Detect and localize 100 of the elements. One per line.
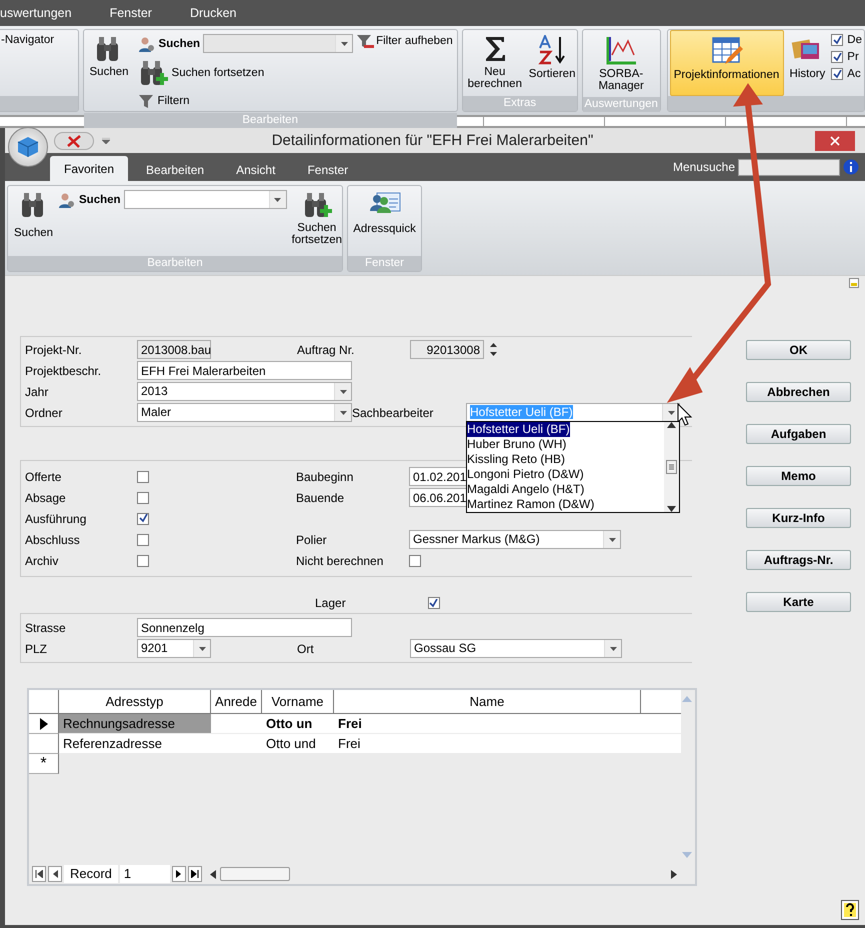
search-button[interactable]: Suchen [88,33,131,110]
new-row-marker[interactable]: * [29,754,59,774]
column-header[interactable]: Adresstyp [59,690,211,714]
column-header[interactable]: Anrede [211,690,262,714]
dialog-button[interactable]: Abbrechen [746,382,851,402]
dropdown-option[interactable]: Hofstetter Ueli (BF) [467,422,570,437]
checkbox[interactable] [428,597,440,609]
dropdown-arrow-icon[interactable] [102,138,110,144]
menu-item[interactable]: Drucken [190,6,237,20]
history-button[interactable]: History [788,30,828,96]
search-next-button[interactable]: Suchen fortsetzen [136,58,354,88]
checkmark-icon [138,514,148,523]
project-number-field[interactable]: 2013008.bau [137,340,211,359]
question-mark-icon [843,902,857,918]
last-icon [190,870,199,878]
column-header[interactable] [641,690,681,714]
checkbox[interactable] [831,51,844,63]
field-label: Jahr [25,384,50,398]
foreman-combo[interactable]: Gessner Markus (M&G) [409,530,621,549]
dialog-button[interactable]: Aufgaben [746,424,851,444]
postcode-combo[interactable]: 9201 [137,639,211,658]
search-next-button[interactable]: Suchen fortsetzen [290,189,344,253]
description-field[interactable]: EFH Frei Malerarbeiten [137,361,352,380]
option-label: De [847,34,862,46]
menu-search-field[interactable] [738,158,840,176]
dropdown-arrow-icon [340,42,348,46]
dropdown-arrow-icon [198,646,206,650]
recalculate-button[interactable]: Neu berechnen [466,33,523,93]
person-gear-icon [138,36,155,52]
ribbon-tab[interactable]: Ansicht [222,159,290,181]
scrollbar[interactable] [664,422,679,512]
filter-button[interactable]: Filtern [136,92,354,110]
city-combo[interactable]: Gossau SG [410,639,622,658]
scrollbar[interactable] [210,866,677,882]
dropdown-option[interactable]: Kissling Reto (HB) [467,452,664,467]
folder-combo[interactable]: Maler [137,403,352,422]
field-label: Lager [315,596,346,610]
checkbox[interactable] [137,470,149,482]
checkbox[interactable] [137,492,149,504]
option-label: Ac [847,68,861,80]
table-cell: Referenzadresse [59,734,211,753]
dialog-button[interactable]: Memo [746,466,851,486]
resize-icon[interactable] [849,278,859,288]
column-header[interactable]: Vorname [262,690,334,714]
table-cell: Otto und [262,734,334,753]
ribbon-tab[interactable]: Favoriten [50,156,128,181]
ribbon-tab[interactable]: Bearbeiten [132,159,218,181]
person-gear-icon [59,192,76,208]
field-label: Archiv [25,554,60,568]
quick-access-button[interactable] [54,132,94,150]
address-quick-button[interactable]: Adressquick [352,189,417,253]
manager-button[interactable]: SORBA-Manager [586,33,656,94]
table-cell [211,714,262,733]
dropdown-arrow-icon [340,390,346,394]
scroll-left-icon[interactable] [210,870,216,878]
next-record-button[interactable] [172,866,186,882]
scroll-thumb[interactable] [220,867,290,881]
column-header[interactable]: Name [334,690,641,714]
dropdown-option[interactable]: Huber Bruno (WH) [467,437,664,452]
field-label: Ort [297,642,315,656]
close-icon [830,136,840,146]
group-caption: Fenster [348,256,421,271]
checkbox[interactable] [137,554,149,566]
checkbox[interactable] [831,34,844,46]
navigator-label[interactable]: -Navigator [0,33,56,47]
table-cell: Frei [334,714,641,733]
previous-record-button[interactable] [48,866,62,882]
filter-clear-button[interactable]: Filter aufheben [356,33,453,49]
search-button[interactable]: Suchen [12,189,56,253]
checkbox[interactable] [409,554,421,566]
record-field[interactable]: 1 [120,865,170,883]
scroll-right-icon[interactable] [671,870,677,878]
first-record-button[interactable] [32,866,46,882]
menu-item[interactable]: Fenster [110,6,152,20]
order-number-field[interactable]: 92013008 [410,340,484,359]
scroll-thumb[interactable] [666,460,677,474]
year-combo[interactable]: 2013 [137,382,352,401]
close-button[interactable] [815,130,855,150]
field-label: Projekt-Nr. [25,342,83,356]
dropdown-arrow-icon [608,538,616,542]
last-record-button[interactable] [188,866,202,882]
checkbox[interactable] [137,534,149,546]
help-button[interactable] [841,900,859,920]
dialog-button[interactable]: Karte [746,592,851,612]
row-selector[interactable] [29,714,59,734]
dialog-button[interactable]: Kurz-Info [746,508,851,528]
checkbox[interactable] [831,68,844,80]
info-icon[interactable] [843,159,859,175]
ribbon-tab[interactable]: Fenster [293,159,362,181]
project-info-button[interactable]: Projektinformationen [670,30,784,96]
checkbox[interactable] [137,512,149,524]
scroll-down-icon[interactable] [667,506,676,512]
menu-item[interactable]: uswertungen [0,6,72,20]
sort-button[interactable]: Sortieren [526,33,578,93]
dialog-button[interactable]: Auftrags-Nr. [746,550,851,570]
x-mark-icon [66,134,82,148]
dialog-button[interactable]: OK [746,340,851,360]
field-label: Offerte [25,470,62,484]
group-caption: Auswertungen [582,97,660,112]
street-field[interactable]: Sonnenzelg [137,618,352,637]
